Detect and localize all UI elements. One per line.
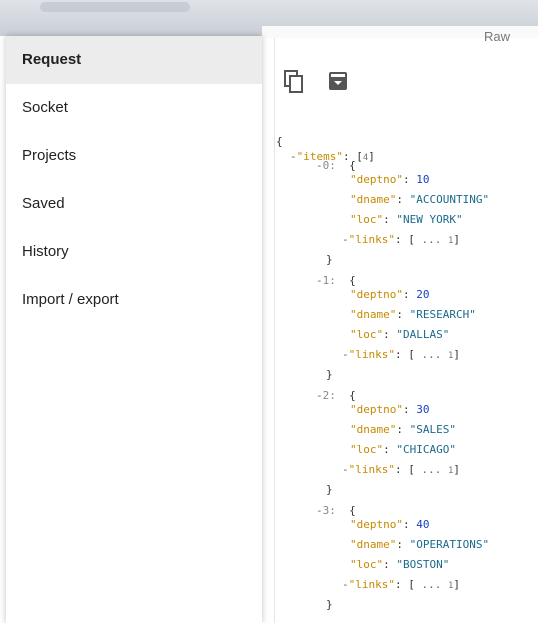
loc-line: "loc": "BOSTON" <box>350 558 450 571</box>
loc-value: BOSTON <box>403 558 443 571</box>
loc-line: "loc": "DALLAS" <box>350 328 450 341</box>
collapse-toggle[interactable]: - <box>290 150 297 163</box>
links-count: 1 <box>447 236 454 246</box>
deptno-value: 20 <box>416 288 430 301</box>
collapse-toggle[interactable]: - <box>342 233 349 246</box>
collapse-toggle[interactable]: - <box>316 159 323 172</box>
deptno-line: "deptno": 20 <box>350 288 430 301</box>
blurred-tab-strip <box>40 2 190 12</box>
loc-line: "loc": "CHICAGO" <box>350 443 456 456</box>
dname-line: "dname": "SALES" <box>350 423 456 436</box>
entry-close: } <box>326 483 333 496</box>
loc-value: NEW YORK <box>403 213 456 226</box>
expand-ellipsis[interactable]: ... <box>421 463 441 476</box>
collapse-toggle[interactable]: - <box>342 578 349 591</box>
expand-ellipsis[interactable]: ... <box>421 233 441 246</box>
deptno-line: "deptno": 10 <box>350 173 430 186</box>
save-icon[interactable] <box>328 70 350 94</box>
drawer-item-import-export[interactable]: Import / export <box>6 276 262 324</box>
loc-value: DALLAS <box>403 328 443 341</box>
collapse-toggle[interactable]: - <box>342 463 349 476</box>
deptno-line: "deptno": 30 <box>350 403 430 416</box>
dname-value: ACCOUNTING <box>416 193 483 206</box>
panel-divider <box>274 38 275 623</box>
collapse-toggle[interactable]: - <box>316 389 323 402</box>
links-count: 1 <box>447 351 454 361</box>
collapse-toggle[interactable]: - <box>342 348 349 361</box>
drawer-item-projects[interactable]: Projects <box>6 132 262 180</box>
dname-line: "dname": "RESEARCH" <box>350 308 476 321</box>
entry-close: } <box>326 253 333 266</box>
array-count: 4 <box>362 153 369 163</box>
entry-close: } <box>326 598 333 611</box>
deptno-value: 10 <box>416 173 430 186</box>
deptno-value: 40 <box>416 518 430 531</box>
collapse-toggle[interactable]: - <box>316 504 323 517</box>
loc-value: CHICAGO <box>403 443 450 456</box>
dname-value: SALES <box>416 423 450 436</box>
expand-ellipsis[interactable]: ... <box>421 348 441 361</box>
json-open-brace: { <box>276 135 283 148</box>
dname-line: "dname": "ACCOUNTING" <box>350 193 490 206</box>
links-line: -"links": [ ... 1] <box>342 578 461 591</box>
drawer-item-saved[interactable]: Saved <box>6 180 262 228</box>
raw-tab[interactable]: Raw <box>484 29 510 44</box>
dname-value: OPERATIONS <box>416 538 483 551</box>
drawer-item-history[interactable]: History <box>6 228 262 276</box>
loc-line: "loc": "NEW YORK" <box>350 213 463 226</box>
drawer-item-request[interactable]: Request <box>6 36 262 84</box>
collapse-toggle[interactable]: - <box>316 274 323 287</box>
links-count: 1 <box>447 581 454 591</box>
drawer-item-socket[interactable]: Socket <box>6 84 262 132</box>
deptno-line: "deptno": 40 <box>350 518 430 531</box>
expand-ellipsis[interactable]: ... <box>421 578 441 591</box>
navigation-drawer: Request Socket Projects Saved History Import … <box>6 36 262 623</box>
dname-value: RESEARCH <box>416 308 470 321</box>
links-line: -"links": [ ... 1] <box>342 463 461 476</box>
dname-line: "dname": "OPERATIONS" <box>350 538 490 551</box>
copy-icon[interactable] <box>284 70 306 94</box>
deptno-value: 30 <box>416 403 430 416</box>
links-line: -"links": [ ... 1] <box>342 233 461 246</box>
entry-close: } <box>326 368 333 381</box>
links-line: -"links": [ ... 1] <box>342 348 461 361</box>
links-count: 1 <box>447 466 454 476</box>
